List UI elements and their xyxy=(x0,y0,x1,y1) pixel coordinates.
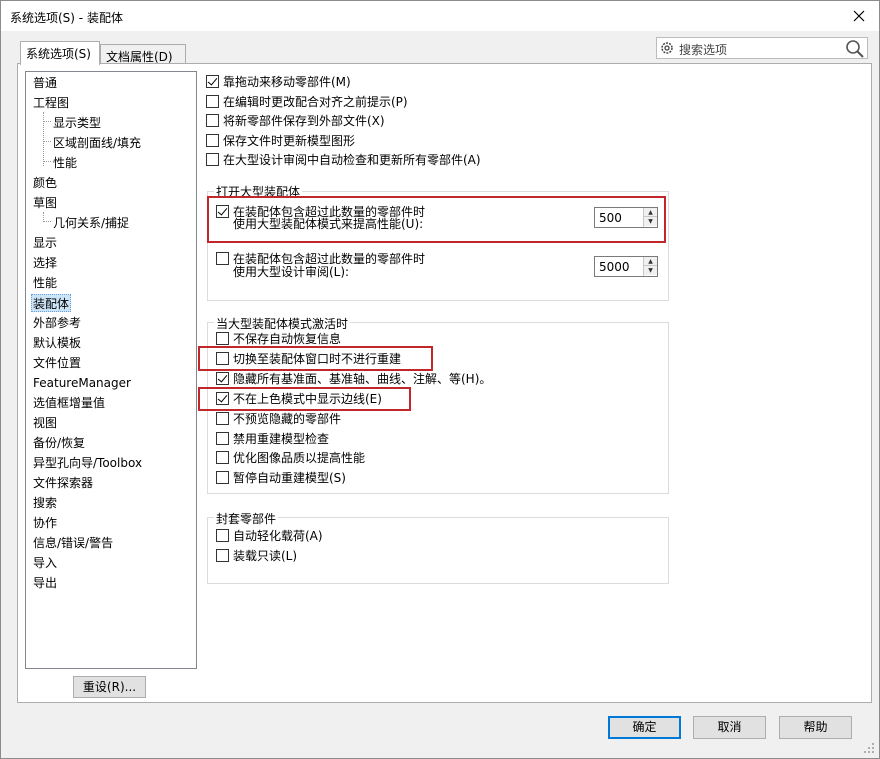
tree-item-view[interactable]: 视图 xyxy=(32,414,58,432)
option-label: 在大型设计审阅中自动检查和更新所有零部件(A) xyxy=(223,152,481,167)
highlight-box xyxy=(198,387,411,411)
option-update-graphics-on-save[interactable]: 保存文件时更新模型图形 xyxy=(206,131,355,149)
option-auto-load-lightweight[interactable]: 自动轻化载荷(A) xyxy=(216,526,323,544)
tree-item-collaboration[interactable]: 协作 xyxy=(32,514,58,532)
tab-system-options[interactable]: 系统选项(S) xyxy=(20,41,100,65)
cancel-button[interactable]: 取消 xyxy=(693,716,766,739)
checkbox[interactable] xyxy=(206,94,219,108)
checkbox[interactable] xyxy=(216,431,229,445)
tree-item-sketch[interactable]: 草图 xyxy=(32,194,58,212)
tree-item-search[interactable]: 搜索 xyxy=(32,494,58,512)
option-label: 隐藏所有基准面、基准轴、曲线、注解、等(H)。 xyxy=(233,371,492,386)
checkbox[interactable] xyxy=(206,133,219,147)
tree-item-default-templates[interactable]: 默认模板 xyxy=(32,334,82,352)
tree-item-general[interactable]: 普通 xyxy=(32,74,58,92)
option-label-line2: 使用大型设计审阅(L): xyxy=(233,265,350,279)
search-icon[interactable] xyxy=(845,39,865,59)
checkbox[interactable] xyxy=(206,113,219,127)
checkbox[interactable] xyxy=(216,371,229,385)
checkbox[interactable] xyxy=(216,450,229,464)
highlight-box xyxy=(198,346,433,371)
options-tree[interactable]: 普通 工程图 显示类型 区域剖面线/填充 性能 颜色 草图 几何关系/捕捉 显示… xyxy=(25,71,197,669)
checkbox[interactable] xyxy=(206,74,219,88)
tree-item-display[interactable]: 显示 xyxy=(32,234,58,252)
large-design-review-threshold-stepper[interactable]: 5000 ▲ ▼ xyxy=(594,256,658,277)
tree-item-area-hatch[interactable]: 区域剖面线/填充 xyxy=(52,134,142,152)
option-label: 保存文件时更新模型图形 xyxy=(223,133,356,148)
help-button[interactable]: 帮助 xyxy=(779,716,852,739)
group-title-envelope: 封套零部件 xyxy=(214,510,279,527)
window-title: 系统选项(S) - 装配体 xyxy=(10,11,123,25)
tree-item-relations-snaps[interactable]: 几何关系/捕捉 xyxy=(52,214,130,232)
checkbox[interactable] xyxy=(216,411,229,425)
tree-item-external-references[interactable]: 外部参考 xyxy=(32,314,82,332)
option-load-read-only[interactable]: 装载只读(L) xyxy=(216,546,297,564)
tab-document-properties[interactable]: 文档属性(D) xyxy=(100,44,186,64)
checkbox[interactable] xyxy=(216,251,229,265)
tree-item-export[interactable]: 导出 xyxy=(32,574,58,592)
checkbox[interactable] xyxy=(206,152,219,166)
option-label: 不保存自动恢复信息 xyxy=(233,331,342,346)
tree-item-display-style[interactable]: 显示类型 xyxy=(52,114,102,132)
options-dialog: 系统选项(S) - 装配体 系统选项(S) 文档属性(D) 搜索选项 普通 工程… xyxy=(0,0,880,759)
stepper-value[interactable]: 5000 xyxy=(599,260,630,274)
option-suspend-auto-rebuild[interactable]: 暂停自动重建模型(S) xyxy=(216,468,346,486)
gear-icon[interactable] xyxy=(659,40,675,56)
tree-item-colors[interactable]: 颜色 xyxy=(32,174,58,192)
option-no-autorecover[interactable]: 不保存自动恢复信息 xyxy=(216,329,341,347)
ok-button[interactable]: 确定 xyxy=(608,716,681,739)
tree-item-selection[interactable]: 选择 xyxy=(32,254,58,272)
tree-item-hole-wizard-toolbox[interactable]: 异型孔向导/Toolbox xyxy=(32,454,143,472)
tree-item-drawing-performance[interactable]: 性能 xyxy=(52,154,78,172)
search-placeholder: 搜索选项 xyxy=(679,43,728,57)
option-label: 禁用重建模型检查 xyxy=(233,431,330,446)
option-disable-verification[interactable]: 禁用重建模型检查 xyxy=(216,429,329,447)
title-bar: 系统选项(S) - 装配体 xyxy=(1,1,879,31)
option-label: 在编辑时更改配合对齐之前提示(P) xyxy=(223,94,408,109)
option-prompt-mate-alignment[interactable]: 在编辑时更改配合对齐之前提示(P) xyxy=(206,92,408,110)
option-label: 暂停自动重建模型(S) xyxy=(233,470,346,485)
option-auto-check-large-design-review[interactable]: 在大型设计审阅中自动检查和更新所有零部件(A) xyxy=(206,150,481,168)
tree-item-performance[interactable]: 性能 xyxy=(32,274,58,292)
tree-item-drawings[interactable]: 工程图 xyxy=(32,94,70,112)
tree-item-featuremanager[interactable]: FeatureManager xyxy=(32,374,132,392)
tree-item-file-explorer[interactable]: 文件探索器 xyxy=(32,474,94,492)
reset-button[interactable]: 重设(R)... xyxy=(73,676,146,698)
resize-grip-icon[interactable] xyxy=(863,742,875,754)
checkbox[interactable] xyxy=(216,470,229,484)
close-icon xyxy=(853,10,865,22)
option-optimize-image-quality[interactable]: 优化图像品质以提高性能 xyxy=(216,448,365,466)
option-save-new-components-external[interactable]: 将新零部件保存到外部文件(X) xyxy=(206,111,385,129)
option-no-preview-hidden[interactable]: 不预览隐藏的零部件 xyxy=(216,409,341,427)
stepper-up-icon[interactable]: ▲ xyxy=(644,257,657,266)
tree-item-import[interactable]: 导入 xyxy=(32,554,58,572)
highlight-box xyxy=(207,196,666,243)
option-label: 优化图像品质以提高性能 xyxy=(233,450,366,465)
option-label: 装载只读(L) xyxy=(233,548,298,563)
checkbox[interactable] xyxy=(216,548,229,562)
close-button[interactable] xyxy=(847,5,871,27)
option-hide-planes-axes[interactable]: 隐藏所有基准面、基准轴、曲线、注解、等(H)。 xyxy=(216,369,491,387)
tree-item-backup-recover[interactable]: 备份/恢复 xyxy=(32,434,86,452)
option-label: 将新零部件保存到外部文件(X) xyxy=(223,113,385,128)
checkbox[interactable] xyxy=(216,528,229,542)
option-label: 不预览隐藏的零部件 xyxy=(233,411,342,426)
search-box[interactable]: 搜索选项 xyxy=(656,37,868,59)
option-drag-move-components[interactable]: 靠拖动来移动零部件(M) xyxy=(206,72,351,90)
option-label: 靠拖动来移动零部件(M) xyxy=(223,74,351,89)
tree-item-assemblies[interactable]: 装配体 xyxy=(31,294,72,312)
tree-item-file-locations[interactable]: 文件位置 xyxy=(32,354,82,372)
checkbox[interactable] xyxy=(216,331,229,345)
option-label: 自动轻化载荷(A) xyxy=(233,528,323,543)
tree-item-spin-box-increments[interactable]: 选值框增量值 xyxy=(32,394,106,412)
tree-item-messages-errors-warnings[interactable]: 信息/错误/警告 xyxy=(32,534,114,552)
stepper-down-icon[interactable]: ▼ xyxy=(644,266,657,275)
